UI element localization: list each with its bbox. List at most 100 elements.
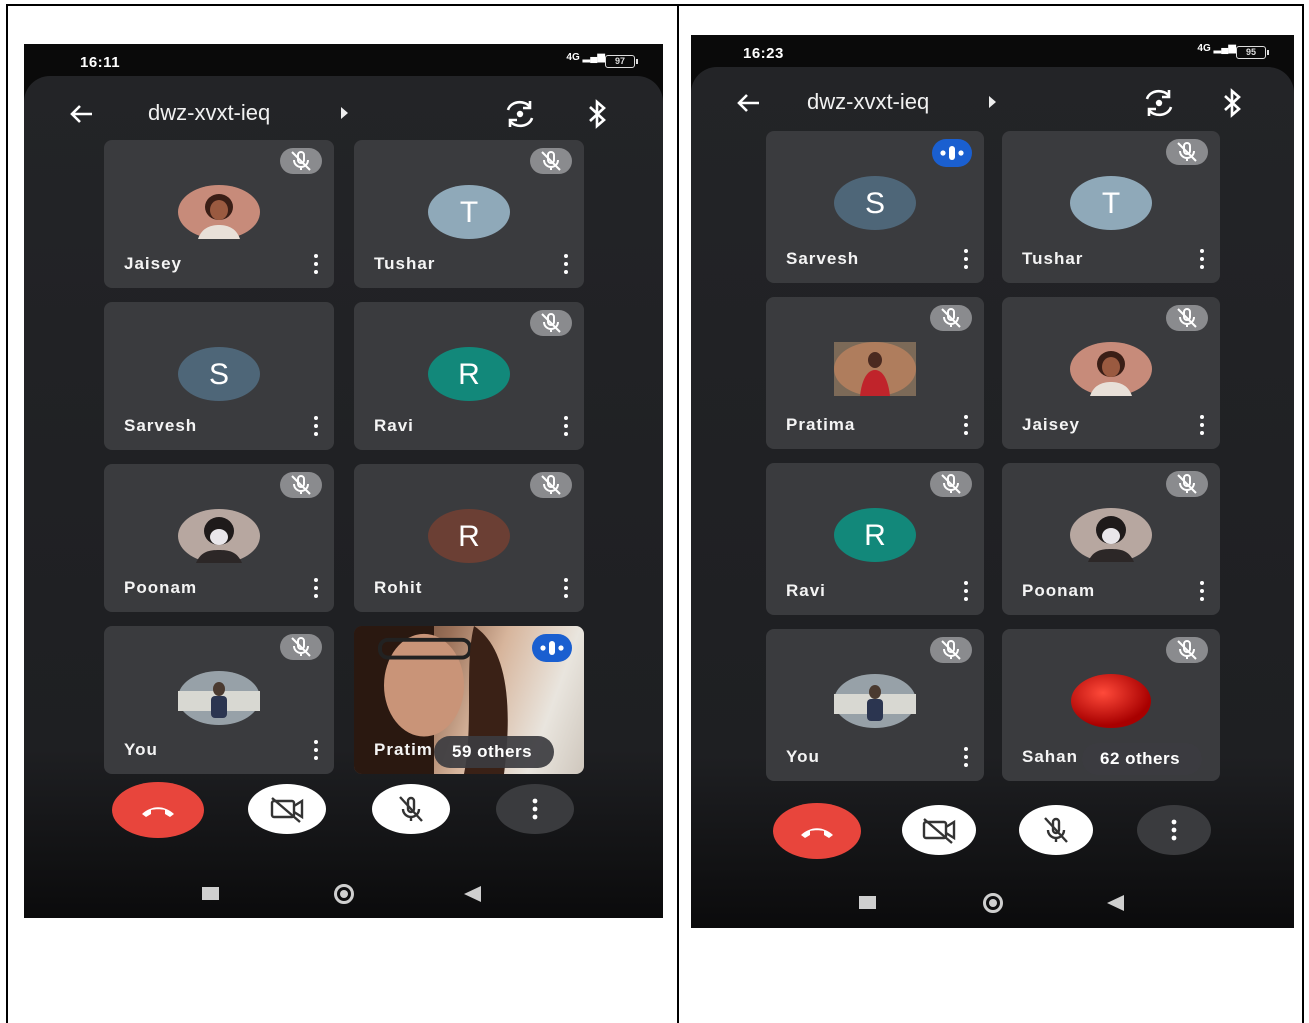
meeting-code[interactable]: dwz-xvxt-ieq (148, 100, 270, 126)
participant-tile[interactable]: Jaisey (104, 140, 334, 288)
mic-off-icon (930, 637, 972, 663)
status-bar: 16:11 4G ▂▄▆ 97 (24, 44, 663, 76)
camera-off-icon (270, 797, 304, 823)
avatar: R (428, 347, 510, 401)
more-vertical-icon[interactable] (314, 416, 318, 436)
battery-icon: 97 (605, 55, 638, 68)
android-nav-bar (24, 876, 663, 916)
table-border-top (6, 4, 1304, 6)
participant-name: Sahan (1022, 747, 1079, 766)
home-icon[interactable] (334, 884, 354, 904)
more-vertical-icon[interactable] (964, 581, 968, 601)
end-call-button[interactable] (773, 803, 861, 859)
back-nav-icon[interactable] (1107, 895, 1124, 911)
more-vertical-icon[interactable] (314, 254, 318, 274)
android-nav-bar (691, 885, 1294, 925)
avatar: S (834, 176, 916, 230)
avatar: T (428, 185, 510, 239)
recent-apps-icon[interactable] (859, 896, 876, 909)
bluetooth-icon[interactable] (1219, 87, 1245, 119)
participant-name: You (786, 747, 820, 766)
mic-toggle-button[interactable] (1019, 805, 1093, 855)
mic-off-icon (1166, 471, 1208, 497)
participant-name: Ravi (374, 416, 414, 435)
mic-off-icon (530, 472, 572, 498)
avatar-initial: R (864, 519, 886, 552)
more-vertical-icon[interactable] (1200, 249, 1204, 269)
participant-tile[interactable]: T Tushar (354, 140, 584, 288)
more-vertical-icon[interactable] (564, 578, 568, 598)
mic-off-icon (1166, 139, 1208, 165)
home-icon[interactable] (983, 893, 1003, 913)
more-options-button[interactable] (496, 784, 574, 834)
more-vertical-icon[interactable] (1200, 415, 1204, 435)
more-vertical-icon[interactable] (1200, 581, 1204, 601)
table-border-left (6, 4, 8, 1023)
participant-tile[interactable]: Poonam (1002, 463, 1220, 615)
more-vertical-icon[interactable] (314, 740, 318, 760)
back-nav-icon[interactable] (464, 886, 481, 902)
mic-off-icon (280, 634, 322, 660)
participant-tile[interactable]: Jaisey (1002, 297, 1220, 449)
more-vertical-icon[interactable] (964, 415, 968, 435)
participant-tile[interactable]: You (104, 626, 334, 774)
participant-name: Poonam (124, 578, 198, 597)
participant-tile[interactable]: T Tushar (1002, 131, 1220, 283)
more-vertical-icon (532, 798, 538, 820)
avatar (1070, 508, 1152, 562)
caret-right-icon[interactable] (341, 107, 348, 119)
participant-name: Sarvesh (786, 249, 860, 268)
participant-tile[interactable]: You (766, 629, 984, 781)
back-arrow-icon[interactable] (66, 98, 98, 130)
others-count-chip[interactable]: 62 others (1082, 743, 1203, 775)
more-vertical-icon[interactable] (314, 578, 318, 598)
switch-camera-icon[interactable] (1141, 87, 1177, 119)
participant-name: Rohit (374, 578, 423, 597)
more-vertical-icon[interactable] (964, 249, 968, 269)
more-vertical-icon[interactable] (564, 254, 568, 274)
others-count-chip[interactable]: 59 others (434, 736, 555, 768)
more-vertical-icon (1171, 819, 1177, 841)
participant-name: Pratima (786, 415, 856, 434)
mic-off-icon (280, 472, 322, 498)
more-vertical-icon[interactable] (564, 416, 568, 436)
recent-apps-icon[interactable] (202, 887, 219, 900)
mic-off-icon (399, 796, 423, 822)
participant-tile[interactable]: Pratim 59 others (354, 626, 584, 774)
caret-right-icon[interactable] (989, 96, 996, 108)
avatar (834, 674, 916, 728)
avatar (178, 671, 260, 725)
participant-name: Jaisey (124, 254, 182, 273)
participant-tile[interactable]: S Sarvesh (766, 131, 984, 283)
participant-name: Ravi (786, 581, 826, 600)
avatar (1070, 342, 1152, 396)
bluetooth-icon[interactable] (584, 98, 610, 130)
meeting-code[interactable]: dwz-xvxt-ieq (807, 89, 929, 115)
camera-toggle-button[interactable] (902, 805, 976, 855)
switch-camera-icon[interactable] (502, 98, 538, 130)
phone-hangup-icon (142, 807, 174, 817)
camera-off-icon (922, 818, 956, 844)
status-time: 16:23 (743, 45, 784, 62)
participant-tile[interactable]: Pratima (766, 297, 984, 449)
mic-toggle-button[interactable] (372, 784, 450, 834)
speaking-indicator-icon (932, 139, 972, 167)
status-bar: 16:23 4G ▂▄▆ 95 (691, 35, 1294, 67)
table-border-middle (677, 4, 679, 1023)
meeting-header: dwz-xvxt-ieq (24, 92, 663, 136)
participant-tile[interactable]: R Ravi (766, 463, 984, 615)
back-arrow-icon[interactable] (733, 87, 765, 119)
participant-tile[interactable]: Poonam (104, 464, 334, 612)
participant-tile[interactable]: Sahan 62 others (1002, 629, 1220, 781)
table-border-right (1302, 4, 1304, 1023)
participant-tile[interactable]: R Rohit (354, 464, 584, 612)
end-call-button[interactable] (112, 782, 204, 838)
mic-off-icon (1166, 305, 1208, 331)
participant-tile[interactable]: S Sarvesh (104, 302, 334, 450)
phone-hangup-icon (801, 828, 833, 838)
signal-icon: 4G ▂▄▆ (1197, 43, 1236, 54)
camera-toggle-button[interactable] (248, 784, 326, 834)
more-options-button[interactable] (1137, 805, 1211, 855)
more-vertical-icon[interactable] (964, 747, 968, 767)
participant-tile[interactable]: R Ravi (354, 302, 584, 450)
